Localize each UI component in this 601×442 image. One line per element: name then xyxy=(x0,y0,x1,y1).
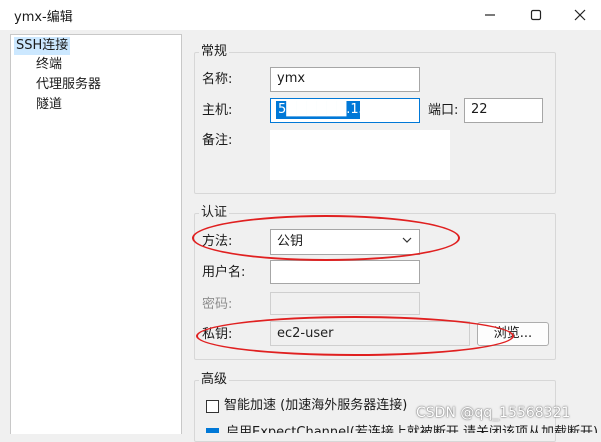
method-select[interactable]: 公钥 xyxy=(270,229,420,255)
watermark: CSDN @qq_15568321 xyxy=(416,405,571,421)
private-key-label: 私钥: xyxy=(202,327,233,342)
minimize-icon[interactable] xyxy=(470,0,510,30)
password-field xyxy=(270,292,420,315)
expect-channel-label: 启用ExpectChannel(若连接上就被断开,请关闭该项从加载断开) xyxy=(226,425,599,433)
host-value: 5██████.15.7 xyxy=(276,101,380,119)
note-label: 备注: xyxy=(202,133,233,148)
username-field[interactable] xyxy=(270,260,420,284)
private-key-field: ec2-user xyxy=(270,321,470,346)
tree-item-tunnel[interactable]: 隧道 xyxy=(34,96,64,114)
browse-button[interactable]: 浏览... xyxy=(477,322,549,346)
title-bar: ymx-编辑 xyxy=(0,0,601,30)
window-title: ymx-编辑 xyxy=(14,10,73,25)
host-field[interactable]: 5██████.15.7 xyxy=(270,98,420,123)
expect-channel-row: 启用ExpectChannel(若连接上就被断开,请关闭该项从加载断开) xyxy=(206,422,601,433)
name-field[interactable]: ymx xyxy=(270,67,420,92)
tree-item-proxy[interactable]: 代理服务器 xyxy=(34,76,103,94)
auth-group-title: 认证 xyxy=(199,205,230,221)
host-label: 主机: xyxy=(202,103,233,118)
method-label: 方法: xyxy=(202,234,233,249)
name-label: 名称: xyxy=(202,72,233,87)
accelerate-checkbox[interactable] xyxy=(206,400,219,413)
method-value: 公钥 xyxy=(277,234,304,249)
general-group-title: 常规 xyxy=(199,44,230,60)
port-label: 端口: xyxy=(428,103,459,118)
expect-channel-checkbox[interactable] xyxy=(206,428,219,433)
close-icon[interactable] xyxy=(560,0,600,30)
accelerate-label: 智能加速 (加速海外服务器连接) xyxy=(224,398,408,413)
maximize-icon[interactable] xyxy=(516,0,556,30)
password-label: 密码: xyxy=(202,297,233,312)
port-field[interactable]: 22 xyxy=(464,98,543,123)
tree-item-terminal[interactable]: 终端 xyxy=(34,56,64,74)
settings-tree: SSH连接 终端 代理服务器 隧道 xyxy=(10,34,182,434)
note-field[interactable] xyxy=(270,130,450,180)
advanced-group-title: 高级 xyxy=(199,372,230,388)
tree-item-ssh[interactable]: SSH连接 xyxy=(14,37,71,55)
chevron-down-icon xyxy=(401,231,413,255)
username-label: 用户名: xyxy=(202,265,246,280)
